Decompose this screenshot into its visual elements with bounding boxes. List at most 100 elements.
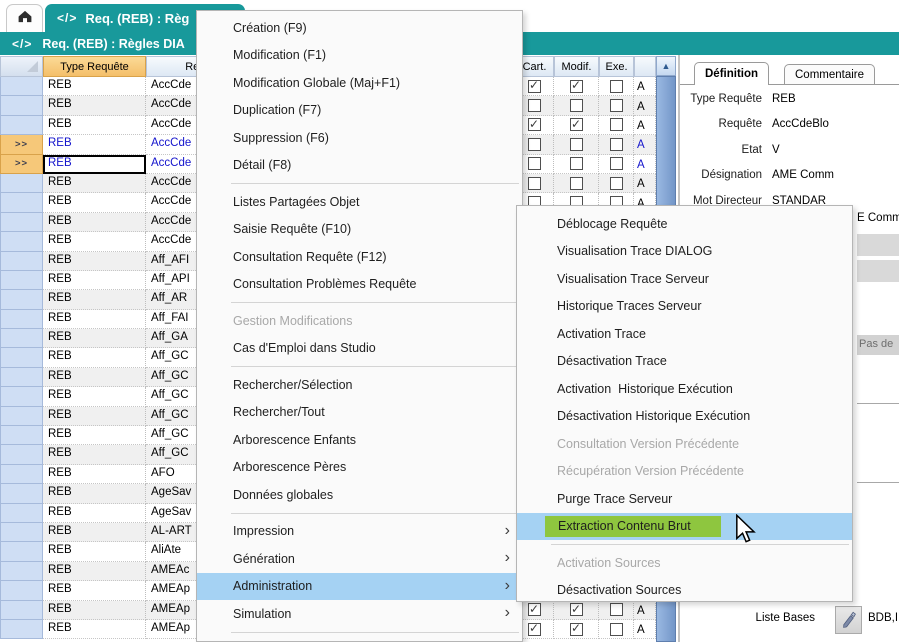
modif-checkbox[interactable]	[570, 138, 583, 151]
cell-type[interactable]: REB	[43, 368, 146, 387]
cell-type[interactable]: REB	[43, 465, 146, 484]
column-header-exe[interactable]: Exe.	[599, 56, 634, 77]
cell-type[interactable]: REB	[43, 116, 146, 135]
menu-item-cas-d-emploi-dans-studio[interactable]: Cas d'Emploi dans Studio	[197, 335, 522, 363]
row-selector-cell[interactable]	[0, 213, 43, 232]
row-selector-cell[interactable]	[0, 368, 43, 387]
column-header-modif[interactable]: Modif.	[554, 56, 599, 77]
cart-checkbox[interactable]	[528, 157, 541, 170]
submenu-item-d-blocage-requ-te[interactable]: Déblocage Requête	[517, 210, 852, 238]
modif-checkbox[interactable]	[570, 623, 583, 636]
exe-checkbox[interactable]	[610, 138, 623, 151]
menu-item-listes-partag-es-objet[interactable]: Listes Partagées Objet	[197, 188, 522, 216]
cell-type[interactable]: REB	[43, 426, 146, 445]
submenu-item-purge-trace-serveur[interactable]: Purge Trace Serveur	[517, 485, 852, 513]
exe-checkbox[interactable]	[610, 623, 623, 636]
menu-item-duplication-f7[interactable]: Duplication (F7)	[197, 97, 522, 125]
row-selector-cell[interactable]	[0, 620, 43, 639]
row-selector-cell[interactable]	[0, 348, 43, 367]
row-selector-cell[interactable]	[0, 581, 43, 600]
menu-item-consultation-requ-te-f12[interactable]: Consultation Requête (F12)	[197, 243, 522, 271]
row-selector-cell[interactable]	[0, 523, 43, 542]
submenu-item-d-sactivation-trace[interactable]: Désactivation Trace	[517, 348, 852, 376]
cell-type[interactable]: REB	[43, 348, 146, 367]
cart-checkbox[interactable]	[528, 177, 541, 190]
cell-type[interactable]: REB	[43, 523, 146, 542]
submenu-item-historique-traces-serveur[interactable]: Historique Traces Serveur	[517, 293, 852, 321]
cart-checkbox[interactable]	[528, 138, 541, 151]
modif-checkbox[interactable]	[570, 177, 583, 190]
cart-checkbox[interactable]	[528, 80, 541, 93]
cell-type[interactable]: REB	[43, 601, 146, 620]
menu-item-impression[interactable]: Impression	[197, 518, 522, 546]
submenu-item-d-sactivation-sources[interactable]: Désactivation Sources	[517, 577, 852, 605]
cell-type[interactable]: REB	[43, 213, 146, 232]
menu-item-g-n-ration[interactable]: Génération	[197, 545, 522, 573]
menu-item-modification-globale-maj-f1[interactable]: Modification Globale (Maj+F1)	[197, 69, 522, 97]
modif-checkbox[interactable]	[570, 603, 583, 616]
select-all-corner[interactable]	[0, 56, 43, 77]
liste-bases-button[interactable]	[835, 606, 862, 634]
submenu-item-d-sactivation-historique-ex-cution[interactable]: Désactivation Historique Exécution	[517, 403, 852, 431]
menu-item-consultation-probl-mes-requ-te[interactable]: Consultation Problèmes Requête	[197, 271, 522, 299]
row-selector-cell[interactable]	[0, 504, 43, 523]
row-selector-cell[interactable]	[0, 387, 43, 406]
row-selector-cell[interactable]	[0, 310, 43, 329]
menu-item-donn-es-globales[interactable]: Données globales	[197, 481, 522, 509]
row-selector-cell[interactable]	[0, 232, 43, 251]
cart-checkbox[interactable]	[528, 603, 541, 616]
modif-checkbox[interactable]	[570, 118, 583, 131]
cell-type[interactable]: REB	[43, 562, 146, 581]
exe-checkbox[interactable]	[610, 99, 623, 112]
row-selector-cell[interactable]	[0, 252, 43, 271]
cell-type[interactable]: REB	[43, 542, 146, 561]
menu-item-cr-ation-f9[interactable]: Création (F9)	[197, 14, 522, 42]
cell-type[interactable]: REB	[43, 504, 146, 523]
cell-type[interactable]: REB	[43, 581, 146, 600]
cell-type[interactable]: REB	[43, 232, 146, 251]
cell-type[interactable]: REB	[43, 620, 146, 639]
menu-item-saisie-requ-te-f10[interactable]: Saisie Requête (F10)	[197, 216, 522, 244]
menu-item-suppression-f6[interactable]: Suppression (F6)	[197, 124, 522, 152]
scroll-up-icon[interactable]: ▲	[656, 56, 676, 76]
row-selector-cell[interactable]	[0, 96, 43, 115]
exe-checkbox[interactable]	[610, 603, 623, 616]
cart-checkbox[interactable]	[528, 623, 541, 636]
home-tab[interactable]	[6, 4, 43, 32]
menu-item-arborescence-p-res[interactable]: Arborescence Pères	[197, 454, 522, 482]
submenu-item-extraction-contenu-brut[interactable]: Extraction Contenu Brut	[517, 513, 852, 541]
exe-checkbox[interactable]	[610, 157, 623, 170]
row-selector-cell[interactable]	[0, 445, 43, 464]
row-selector-cell[interactable]	[0, 484, 43, 503]
tab-commentaire[interactable]: Commentaire	[784, 64, 875, 85]
menu-item-modification-f1[interactable]: Modification (F1)	[197, 42, 522, 70]
cell-type[interactable]: REB	[43, 135, 146, 154]
cell-type[interactable]: REB	[43, 310, 146, 329]
modif-checkbox[interactable]	[570, 99, 583, 112]
row-selector-cell[interactable]	[0, 407, 43, 426]
cell-type[interactable]: REB	[43, 445, 146, 464]
row-selector-cell[interactable]	[0, 465, 43, 484]
exe-checkbox[interactable]	[610, 118, 623, 131]
column-header-type-requete[interactable]: Type Requête	[43, 56, 146, 77]
menu-item-simulation[interactable]: Simulation	[197, 600, 522, 628]
submenu-item-activation-historique-ex-cution[interactable]: Activation Historique Exécution	[517, 375, 852, 403]
row-selector-cell[interactable]	[0, 271, 43, 290]
cell-type[interactable]: REB	[43, 407, 146, 426]
modif-checkbox[interactable]	[570, 80, 583, 93]
row-selector-cell[interactable]: >>	[0, 135, 43, 154]
submenu-item-visualisation-trace-dialog[interactable]: Visualisation Trace DIALOG	[517, 238, 852, 266]
cell-type[interactable]: REB	[43, 271, 146, 290]
cell-type[interactable]: REB	[43, 387, 146, 406]
row-selector-cell[interactable]	[0, 193, 43, 212]
exe-checkbox[interactable]	[610, 177, 623, 190]
row-selector-cell[interactable]	[0, 174, 43, 193]
row-selector-cell[interactable]	[0, 116, 43, 135]
cell-type[interactable]: REB	[43, 329, 146, 348]
cart-checkbox[interactable]	[528, 118, 541, 131]
row-selector-cell[interactable]	[0, 77, 43, 96]
menu-item-d-tail-f8[interactable]: Détail (F8)	[197, 152, 522, 180]
cell-type[interactable]: REB	[43, 193, 146, 212]
menu-item-rechercher-tout[interactable]: Rechercher/Tout	[197, 399, 522, 427]
cart-checkbox[interactable]	[528, 99, 541, 112]
